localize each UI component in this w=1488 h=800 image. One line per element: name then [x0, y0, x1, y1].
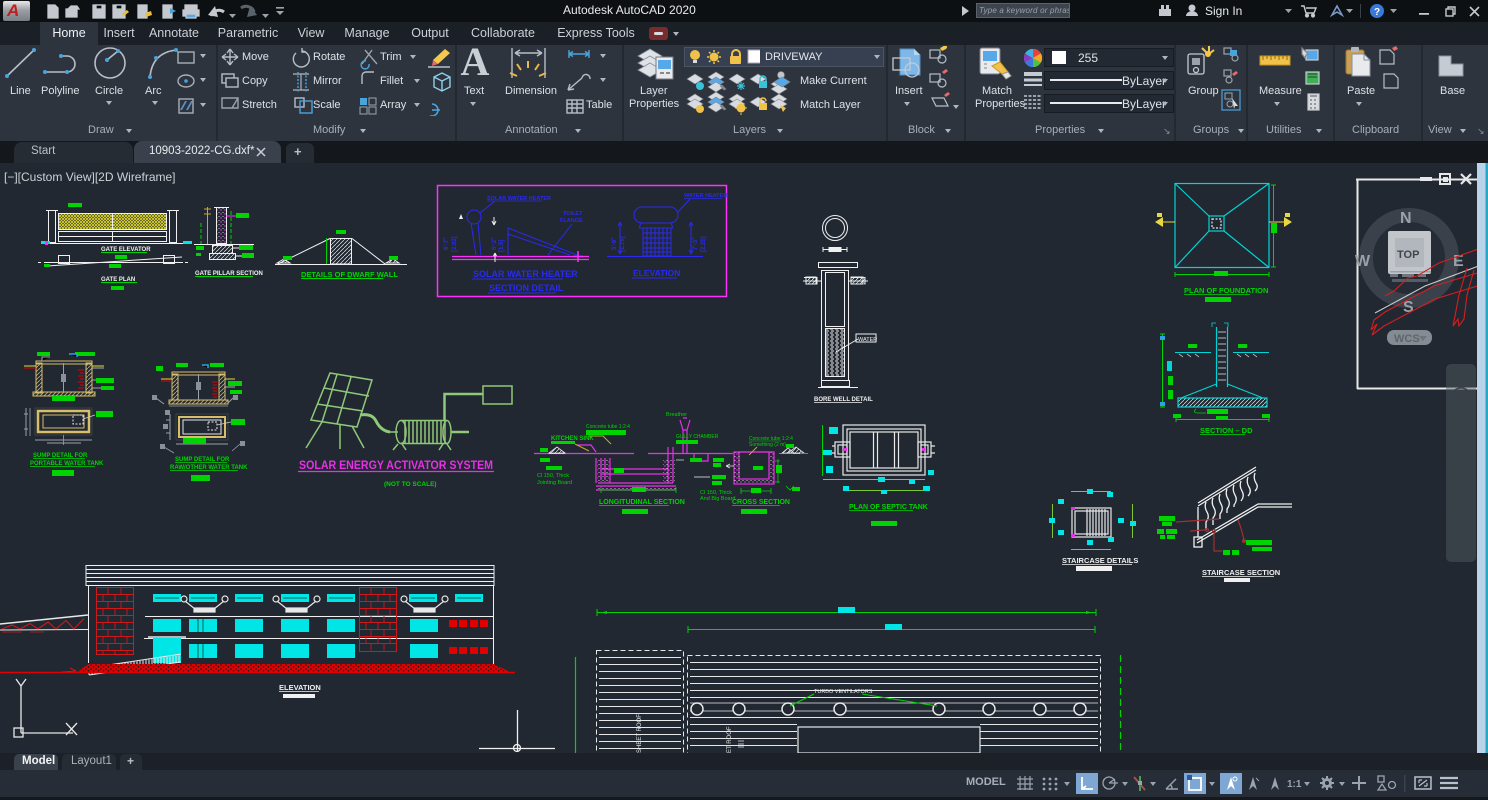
svg-text:7'-3": 7'-3" — [693, 237, 699, 250]
svg-text:Concrete tube 1:2:4: Concrete tube 1:2:4 — [586, 424, 630, 430]
svg-text:PLAN OF FOUNDATION: PLAN OF FOUNDATION — [1184, 286, 1268, 295]
svg-text:TOP: TOP — [1397, 249, 1419, 261]
svg-text:SOLAR ENERGY ACTIVATOR SYSTEM: SOLAR ENERGY ACTIVATOR SYSTEM — [299, 460, 493, 472]
svg-text:[1.5]: [1.5] — [499, 240, 505, 252]
svg-text:[2.02]: [2.02] — [452, 236, 458, 252]
svg-text:ET ROOF: ET ROOF — [727, 726, 733, 753]
svg-text:[−][Custom View][2D Wireframe]: [−][Custom View][2D Wireframe] — [4, 170, 176, 184]
svg-text:TOILET: TOILET — [563, 211, 583, 217]
svg-text:6'-7": 6'-7" — [444, 237, 450, 250]
svg-text:PLAN OF SEPTIC TANK: PLAN OF SEPTIC TANK — [849, 504, 928, 511]
svg-text:DETAILS OF DWARF WALL: DETAILS OF DWARF WALL — [301, 270, 398, 279]
svg-text:SECTION – DD: SECTION – DD — [1200, 426, 1253, 435]
svg-text:Something (2 m): Something (2 m) — [749, 442, 786, 448]
svg-text:?: ? — [1374, 7, 1380, 18]
svg-text:Breather: Breather — [666, 412, 687, 418]
svg-text:Cl 150, Thick: Cl 150, Thick — [537, 473, 569, 479]
svg-text:N: N — [1400, 210, 1412, 227]
svg-text:And Big Board: And Big Board — [700, 496, 735, 502]
svg-text:ELEVATION: ELEVATION — [633, 268, 680, 278]
svg-text:W: W — [1355, 253, 1371, 270]
svg-text:STAIRCASE DETAILS: STAIRCASE DETAILS — [1062, 556, 1138, 565]
svg-text:GULLY CHAMBER: GULLY CHAMBER — [676, 434, 719, 440]
svg-text:5'-9": 5'-9" — [612, 237, 618, 250]
svg-text:[2.25]: [2.25] — [701, 236, 707, 252]
svg-text:Sign In: Sign In — [1205, 4, 1242, 18]
svg-text:WCS: WCS — [1394, 333, 1420, 345]
svg-text:1:1: 1:1 — [1287, 779, 1302, 790]
svg-text:Jointing Board: Jointing Board — [537, 480, 572, 486]
svg-text:LONGITUDINAL SECTION: LONGITUDINAL SECTION — [599, 499, 685, 506]
svg-text:ELEVATION: ELEVATION — [279, 683, 321, 692]
svg-text:(NOT TO SCALE): (NOT TO SCALE) — [384, 481, 437, 488]
svg-text:STAIRCASE SECTION: STAIRCASE SECTION — [1202, 568, 1280, 577]
svg-text:5'-2": 5'-2" — [492, 237, 498, 250]
svg-text:SECTION DETAIL: SECTION DETAIL — [489, 283, 564, 293]
svg-text:WATER: WATER — [858, 337, 877, 343]
svg-text:SOLAR WATER HEATER: SOLAR WATER HEATER — [473, 269, 578, 279]
svg-text:[1.75]: [1.75] — [620, 236, 626, 252]
svg-text:SHEET ROOF: SHEET ROOF — [637, 714, 643, 753]
svg-text:CROSS SECTION: CROSS SECTION — [732, 499, 790, 506]
svg-text:FLANGE: FLANGE — [560, 218, 583, 224]
